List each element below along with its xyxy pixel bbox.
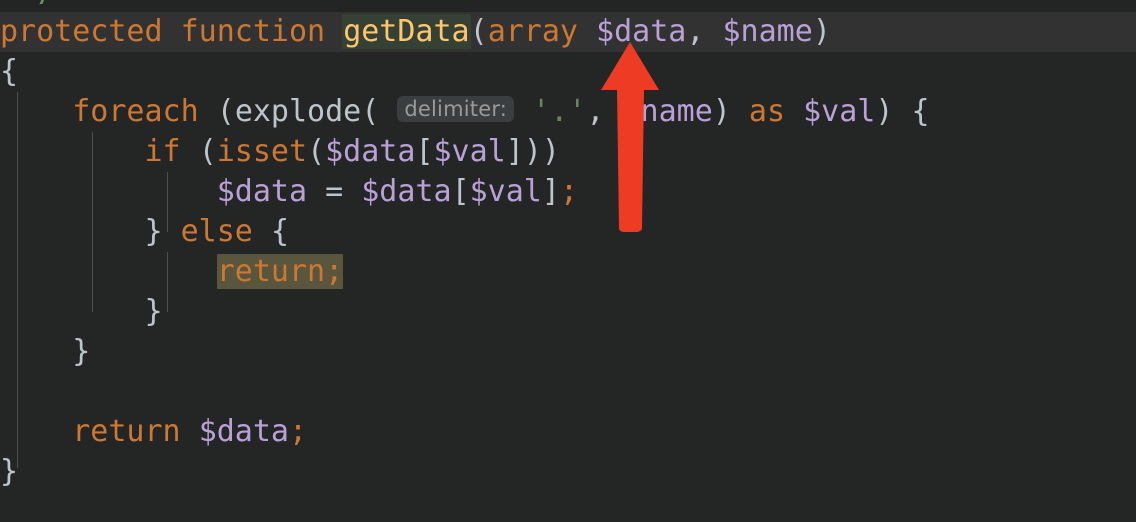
token-isset-paren-open: ( — [307, 134, 326, 169]
indent-line-11 — [0, 414, 72, 449]
token-bracket-close-assign: ] — [541, 174, 560, 209]
token-brace-close-foreach: } — [72, 334, 91, 369]
token-return-var-data[interactable]: $data — [199, 414, 289, 449]
token-bracket-open-assign: [ — [451, 174, 470, 209]
code-line-8[interactable]: } — [0, 292, 163, 332]
code-line-4[interactable]: if (isset($data[$val])) — [0, 132, 560, 172]
token-foreach-paren-close: ) — [875, 94, 894, 129]
code-line-2[interactable]: { — [0, 52, 18, 92]
indent-line-6 — [0, 214, 145, 249]
token-equals: = — [325, 174, 344, 209]
token-keyword-as: as — [748, 94, 786, 129]
token-keyword-if: if — [144, 134, 181, 169]
token-explode-paren-close: ) — [712, 94, 731, 129]
token-brace-close-function: } — [0, 454, 19, 489]
token-if-paren-open: ( — [198, 134, 217, 169]
indent-line-9 — [0, 334, 72, 369]
code-line-1[interactable]: protected function getData(array $data, … — [0, 12, 831, 52]
indent-line-5 — [0, 174, 217, 209]
token-foreach-paren-open: ( — [216, 94, 235, 129]
token-assign-rhs[interactable]: $data — [361, 174, 451, 209]
token-arg-name[interactable]: $name — [622, 94, 712, 129]
token-fn-isset: isset — [216, 134, 308, 169]
token-assign-lhs[interactable]: $data — [217, 174, 307, 209]
token-semicolon-return: ; — [289, 414, 308, 449]
comment-fragment: / — [38, 0, 56, 12]
previous-line-sliver: / — [0, 0, 1136, 12]
token-semicolon-assign: ; — [559, 174, 578, 209]
indent-line-3 — [0, 94, 72, 129]
token-comma: , — [686, 14, 705, 49]
token-type-array: array — [487, 14, 578, 49]
token-if-paren-close: ) — [541, 134, 560, 169]
code-line-3[interactable]: foreach (explode( delimiter: '.', $name)… — [0, 92, 930, 132]
indent-line-7 — [0, 254, 217, 289]
code-line-5[interactable]: $data = $data[$val]; — [0, 172, 578, 212]
token-keyword-else: else — [180, 214, 253, 249]
token-var-val[interactable]: $val — [803, 94, 875, 129]
token-keyword-protected: protected — [0, 14, 163, 49]
code-line-6[interactable]: } else { — [0, 212, 290, 252]
token-bracket-close-if: ] — [505, 134, 524, 169]
indent-line-4 — [0, 134, 145, 169]
token-brace-open-else: { — [270, 214, 289, 249]
token-keyword-return: return — [72, 414, 181, 449]
token-function-name-getdata[interactable]: getData — [342, 14, 471, 49]
token-brace-open-body: { — [0, 54, 19, 89]
token-paren-close: ) — [812, 14, 831, 49]
token-foreach-brace-open: { — [911, 94, 930, 129]
token-return-statement-highlighted[interactable]: return; — [216, 254, 344, 289]
token-explode-comma: , — [586, 94, 605, 129]
token-var-data-if[interactable]: $data — [325, 134, 415, 169]
code-line-9[interactable]: } — [0, 332, 90, 372]
screenshot-root: / protected function getData(array $data… — [0, 0, 1136, 522]
token-brace-close-else: } — [144, 294, 163, 329]
token-param-data[interactable]: $data — [596, 14, 686, 49]
code-editor[interactable]: / protected function getData(array $data… — [0, 0, 1136, 522]
token-index-val[interactable]: $val — [470, 174, 542, 209]
token-keyword-function: function — [180, 14, 326, 49]
token-explode-paren-open: ( — [361, 94, 380, 129]
token-string-delimiter: '.' — [532, 94, 587, 129]
token-keyword-foreach: foreach — [72, 94, 199, 129]
code-line-11[interactable]: return $data; — [0, 412, 307, 452]
inline-param-hint-delimiter[interactable]: delimiter: — [397, 96, 515, 122]
token-brace-close-if: } — [144, 214, 163, 249]
token-paren-open: ( — [469, 14, 488, 49]
code-line-7[interactable]: return; — [0, 252, 344, 292]
code-line-12[interactable]: } — [0, 452, 18, 492]
token-isset-paren-close: ) — [523, 134, 542, 169]
token-param-name[interactable]: $name — [723, 14, 813, 49]
token-fn-explode: explode — [234, 94, 362, 129]
token-bracket-open-if: [ — [415, 134, 434, 169]
token-var-val-if[interactable]: $val — [434, 134, 506, 169]
indent-line-8 — [0, 294, 145, 329]
